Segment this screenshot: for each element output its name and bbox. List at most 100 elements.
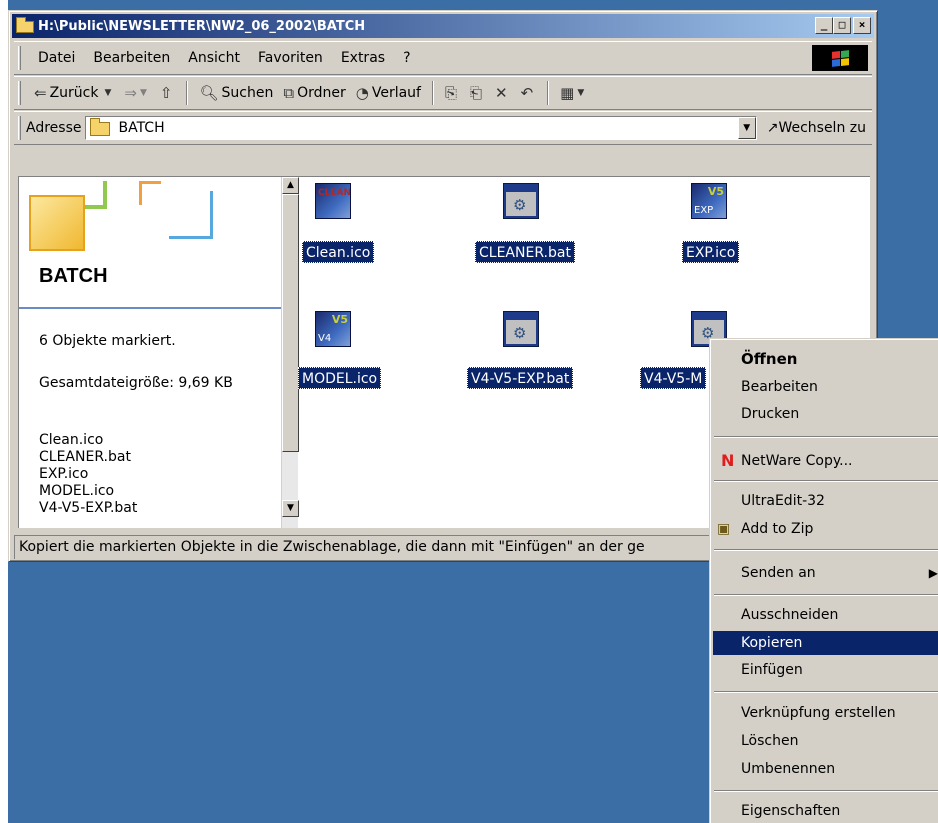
- menu-add-to-zip-label: Add to Zip: [741, 521, 814, 537]
- chevron-down-icon[interactable]: ▼: [577, 88, 584, 98]
- zip-icon: ▣: [717, 521, 731, 537]
- maximize-button[interactable]: □: [833, 17, 851, 34]
- icon-caption: V5: [707, 185, 724, 198]
- menu-add-to-zip[interactable]: ▣ Add to Zip: [713, 517, 938, 541]
- delete-button[interactable]: ✕: [490, 84, 516, 102]
- menu-print[interactable]: Drucken: [713, 402, 938, 426]
- delete-icon: ✕: [495, 84, 508, 102]
- file-label[interactable]: CLEANER.bat: [475, 241, 575, 263]
- copy-to-button[interactable]: ⎗: [465, 84, 490, 102]
- context-menu: Öffnen Bearbeiten Drucken N NetWare Copy…: [709, 338, 938, 823]
- menu-ansicht[interactable]: Ansicht: [179, 50, 249, 66]
- icon-caption: CLEAN: [318, 188, 351, 198]
- menu-send-to[interactable]: Senden an ▶: [713, 561, 938, 585]
- file-label[interactable]: EXP.ico: [682, 241, 740, 263]
- info-pane-scrollbar[interactable]: ▲ ▼: [281, 177, 299, 528]
- file-label[interactable]: MODEL.ico: [298, 367, 382, 389]
- menu-copy[interactable]: Kopieren: [713, 631, 938, 655]
- standard-toolbar: ⇐ Zurück ▼ ⇒ ▼ ⇧ 🔍︎ Suchen ⧉ Ordner ◔ Ve…: [14, 76, 872, 110]
- scroll-thumb[interactable]: [282, 194, 299, 452]
- file-icon-model-ico[interactable]: V5 V4: [315, 311, 351, 347]
- minimize-button[interactable]: _: [815, 17, 833, 34]
- back-arrow-icon: ⇐: [34, 84, 47, 102]
- icon-caption: EXP: [694, 205, 714, 216]
- menu-help[interactable]: ?: [394, 50, 419, 66]
- undo-button[interactable]: ↶: [516, 84, 542, 102]
- icon-caption: V4: [318, 333, 332, 344]
- search-button[interactable]: 🔍︎ Suchen: [194, 84, 278, 102]
- move-to-icon: ⎘: [444, 84, 457, 102]
- total-size: Gesamtdateigröße: 9,69 KB: [39, 375, 233, 391]
- pane-title: BATCH: [39, 265, 108, 287]
- menu-edit[interactable]: Bearbeiten: [713, 375, 938, 399]
- file-icon-clean-ico[interactable]: CLEAN: [315, 183, 351, 219]
- chevron-down-icon[interactable]: ▼: [104, 88, 111, 98]
- menu-datei[interactable]: Datei: [29, 50, 84, 66]
- menu-extras[interactable]: Extras: [332, 50, 394, 66]
- pane-file-item: Clean.ico: [39, 432, 104, 448]
- go-arrow-icon: ↗: [766, 120, 779, 136]
- file-icon-v4-v5-exp-bat[interactable]: ⚙: [503, 311, 539, 347]
- title-bar[interactable]: H:\Public\NEWSLETTER\NW2_06_2002\BATCH _…: [12, 14, 874, 38]
- pane-file-item: EXP.ico: [39, 466, 89, 482]
- folders-label: Ordner: [297, 85, 346, 101]
- folders-button[interactable]: ⧉ Ordner: [278, 84, 350, 102]
- menu-bearbeiten[interactable]: Bearbeiten: [84, 50, 179, 66]
- menu-cut[interactable]: Ausschneiden: [713, 603, 938, 627]
- toolbar-grip[interactable]: [18, 46, 21, 70]
- menu-create-shortcut[interactable]: Verknüpfung erstellen: [713, 701, 938, 725]
- menu-separator: [714, 790, 938, 792]
- file-label[interactable]: Clean.ico: [302, 241, 375, 263]
- go-button[interactable]: ↗Wechseln zu: [767, 120, 866, 136]
- up-folder-button[interactable]: ⇧: [155, 84, 181, 102]
- go-label: Wechseln zu: [778, 120, 866, 136]
- menu-separator: [714, 480, 938, 482]
- copy-to-icon: ⎗: [470, 84, 483, 102]
- address-value: BATCH: [118, 120, 165, 136]
- toolbar-separator: [431, 81, 434, 105]
- menu-rename[interactable]: Umbenennen: [713, 757, 938, 781]
- close-button[interactable]: ×: [853, 17, 871, 34]
- scroll-down-button[interactable]: ▼: [282, 500, 299, 517]
- menu-ultraedit[interactable]: UltraEdit-32: [713, 489, 938, 513]
- menu-favoriten[interactable]: Favoriten: [249, 50, 332, 66]
- menu-open[interactable]: Öffnen: [713, 347, 938, 371]
- info-pane: BATCH 6 Objekte markiert. Gesamtdateigrö…: [19, 177, 281, 528]
- scroll-up-button[interactable]: ▲: [282, 177, 299, 194]
- views-button[interactable]: ▦ ▼: [555, 84, 592, 102]
- menu-netware-copy[interactable]: N NetWare Copy...: [713, 449, 938, 473]
- file-label[interactable]: V4-V5-EXP.bat: [467, 367, 574, 389]
- windows-logo-icon: [812, 45, 868, 71]
- selected-count: 6 Objekte markiert.: [39, 333, 176, 349]
- pane-file-item: V4-V5-EXP.bat: [39, 500, 138, 516]
- menu-delete[interactable]: Löschen: [713, 729, 938, 753]
- decorative-art: [169, 191, 213, 239]
- back-label: Zurück: [49, 85, 99, 101]
- undo-icon: ↶: [520, 84, 534, 102]
- icon-caption: V5: [331, 313, 348, 326]
- history-icon: ◔: [355, 84, 369, 102]
- menu-paste[interactable]: Einfügen: [713, 658, 938, 682]
- chevron-down-icon[interactable]: ▼: [140, 88, 147, 98]
- file-icon-exp-ico[interactable]: V5 EXP: [691, 183, 727, 219]
- address-bar: Adresse BATCH ▼ ↗Wechseln zu: [14, 111, 872, 145]
- pane-file-item: CLEANER.bat: [39, 449, 131, 465]
- file-icon-cleaner-bat[interactable]: ⚙: [503, 183, 539, 219]
- move-to-button[interactable]: ⎘: [440, 84, 465, 102]
- submenu-arrow-icon: ▶: [928, 566, 938, 580]
- menu-properties[interactable]: Eigenschaften: [713, 799, 938, 823]
- back-button[interactable]: ⇐ Zurück ▼: [29, 84, 119, 102]
- menu-netware-copy-label: NetWare Copy...: [741, 453, 853, 469]
- menu-bar: Datei Bearbeiten Ansicht Favoriten Extra…: [14, 41, 872, 75]
- history-button[interactable]: ◔ Verlauf: [351, 84, 426, 102]
- forward-button[interactable]: ⇒ ▼: [119, 84, 155, 102]
- toolbar-separator: [547, 81, 550, 105]
- window-title: H:\Public\NEWSLETTER\NW2_06_2002\BATCH: [38, 18, 366, 34]
- file-label[interactable]: V4-V5-M: [640, 367, 707, 389]
- toolbar-grip[interactable]: [18, 81, 21, 105]
- toolbar-grip[interactable]: [18, 116, 21, 140]
- address-dropdown-button[interactable]: ▼: [737, 117, 756, 139]
- history-label: Verlauf: [371, 85, 421, 101]
- menu-separator: [714, 691, 938, 693]
- address-input[interactable]: BATCH ▼: [85, 116, 757, 140]
